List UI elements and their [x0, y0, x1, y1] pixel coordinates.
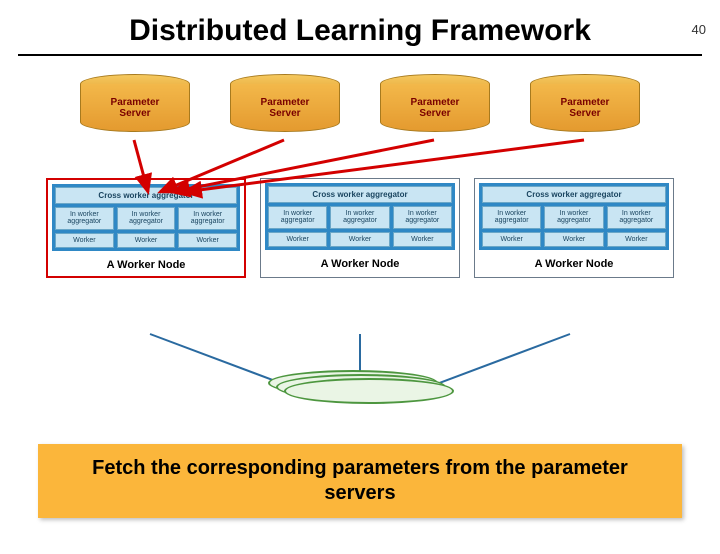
in-worker-row: In worker aggregator In worker aggregato… — [482, 206, 666, 229]
worker-node-inner: Cross worker aggregator In worker aggreg… — [265, 183, 455, 250]
worker-cell: Worker — [55, 233, 114, 248]
in-worker-aggregator: In worker aggregator — [178, 207, 237, 230]
title-underline — [18, 54, 702, 56]
data-store-stack — [260, 370, 460, 404]
in-worker-aggregator: In worker aggregator — [117, 207, 176, 230]
cross-worker-aggregator: Cross worker aggregator — [268, 186, 452, 203]
page-number: 40 — [692, 22, 706, 37]
architecture-diagram: ParameterServer ParameterServer Paramete… — [40, 74, 680, 414]
worker-cell: Worker — [607, 232, 666, 247]
worker-cell: Worker — [393, 232, 452, 247]
cross-worker-aggregator: Cross worker aggregator — [482, 186, 666, 203]
workers-subrow: Worker Worker Worker — [482, 232, 666, 247]
worker-cell: Worker — [117, 233, 176, 248]
parameter-server: ParameterServer — [80, 74, 190, 132]
parameter-server: ParameterServer — [380, 74, 490, 132]
worker-cell: Worker — [330, 232, 389, 247]
worker-node: Cross worker aggregator In worker aggreg… — [260, 178, 460, 278]
in-worker-aggregator: In worker aggregator — [607, 206, 666, 229]
workers-subrow: Worker Worker Worker — [55, 233, 237, 248]
worker-node-label: A Worker Node — [261, 254, 459, 275]
worker-cell: Worker — [178, 233, 237, 248]
in-worker-row: In worker aggregator In worker aggregato… — [268, 206, 452, 229]
worker-node: Cross worker aggregator In worker aggreg… — [474, 178, 674, 278]
worker-cell: Worker — [268, 232, 327, 247]
parameter-server: ParameterServer — [530, 74, 640, 132]
parameter-servers-row: ParameterServer ParameterServer Paramete… — [40, 74, 680, 132]
in-worker-aggregator: In worker aggregator — [330, 206, 389, 229]
worker-node-inner: Cross worker aggregator In worker aggreg… — [52, 184, 240, 251]
in-worker-row: In worker aggregator In worker aggregato… — [55, 207, 237, 230]
cylinder-body: ParameterServer — [230, 84, 340, 132]
worker-nodes-row: Cross worker aggregator In worker aggreg… — [40, 178, 680, 278]
in-worker-aggregator: In worker aggregator — [544, 206, 603, 229]
in-worker-aggregator: In worker aggregator — [55, 207, 114, 230]
worker-node-inner: Cross worker aggregator In worker aggreg… — [479, 183, 669, 250]
caption-bar: Fetch the corresponding parameters from … — [38, 444, 682, 518]
worker-cell: Worker — [482, 232, 541, 247]
worker-cell: Worker — [544, 232, 603, 247]
worker-node: Cross worker aggregator In worker aggreg… — [46, 178, 246, 278]
page-title: Distributed Learning Framework — [0, 14, 720, 48]
worker-node-label: A Worker Node — [48, 255, 244, 276]
workers-subrow: Worker Worker Worker — [268, 232, 452, 247]
in-worker-aggregator: In worker aggregator — [268, 206, 327, 229]
cylinder-body: ParameterServer — [530, 84, 640, 132]
data-ellipse-icon — [284, 378, 454, 404]
in-worker-aggregator: In worker aggregator — [482, 206, 541, 229]
worker-node-label: A Worker Node — [475, 254, 673, 275]
in-worker-aggregator: In worker aggregator — [393, 206, 452, 229]
cross-worker-aggregator: Cross worker aggregator — [55, 187, 237, 204]
cylinder-body: ParameterServer — [80, 84, 190, 132]
cylinder-body: ParameterServer — [380, 84, 490, 132]
parameter-server: ParameterServer — [230, 74, 340, 132]
